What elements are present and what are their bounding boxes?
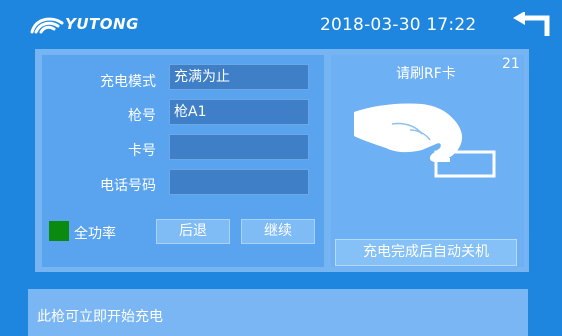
card-number-label: 卡号 (128, 143, 156, 159)
return-button[interactable] (511, 11, 551, 38)
gun-number-field[interactable]: 枪A1 (169, 99, 309, 125)
back-button[interactable]: 后退 (156, 219, 230, 244)
return-arrow-icon (513, 11, 550, 36)
brand-name: YUTONG (65, 15, 139, 33)
full-power-indicator[interactable] (49, 221, 69, 241)
brand-logo: YUTONG (30, 13, 139, 35)
rf-card-prompt: 请刷RF卡 (396, 66, 456, 82)
continue-button[interactable]: 继续 (241, 219, 315, 244)
gun-number-label: 枪号 (128, 108, 156, 124)
phone-number-label: 电话号码 (100, 178, 156, 194)
auto-shutdown-button[interactable]: 充电完成后自动关机 (335, 239, 517, 266)
card-number-field[interactable] (169, 134, 309, 160)
yutong-wave-icon (30, 17, 64, 34)
charge-mode-field[interactable]: 充满为止 (169, 64, 309, 90)
datetime-display: 2018-03-30 17:22 (320, 15, 477, 35)
phone-number-field[interactable] (169, 169, 309, 195)
status-message: 此枪可立即开始充电 (37, 309, 163, 325)
countdown-timer: 21 (502, 56, 520, 72)
charge-mode-label: 充电模式 (100, 74, 156, 90)
hand-swipe-card-icon (352, 100, 497, 186)
full-power-label: 全功率 (74, 226, 116, 242)
top-bar: YUTONG 2018-03-30 17:22 (0, 0, 562, 46)
